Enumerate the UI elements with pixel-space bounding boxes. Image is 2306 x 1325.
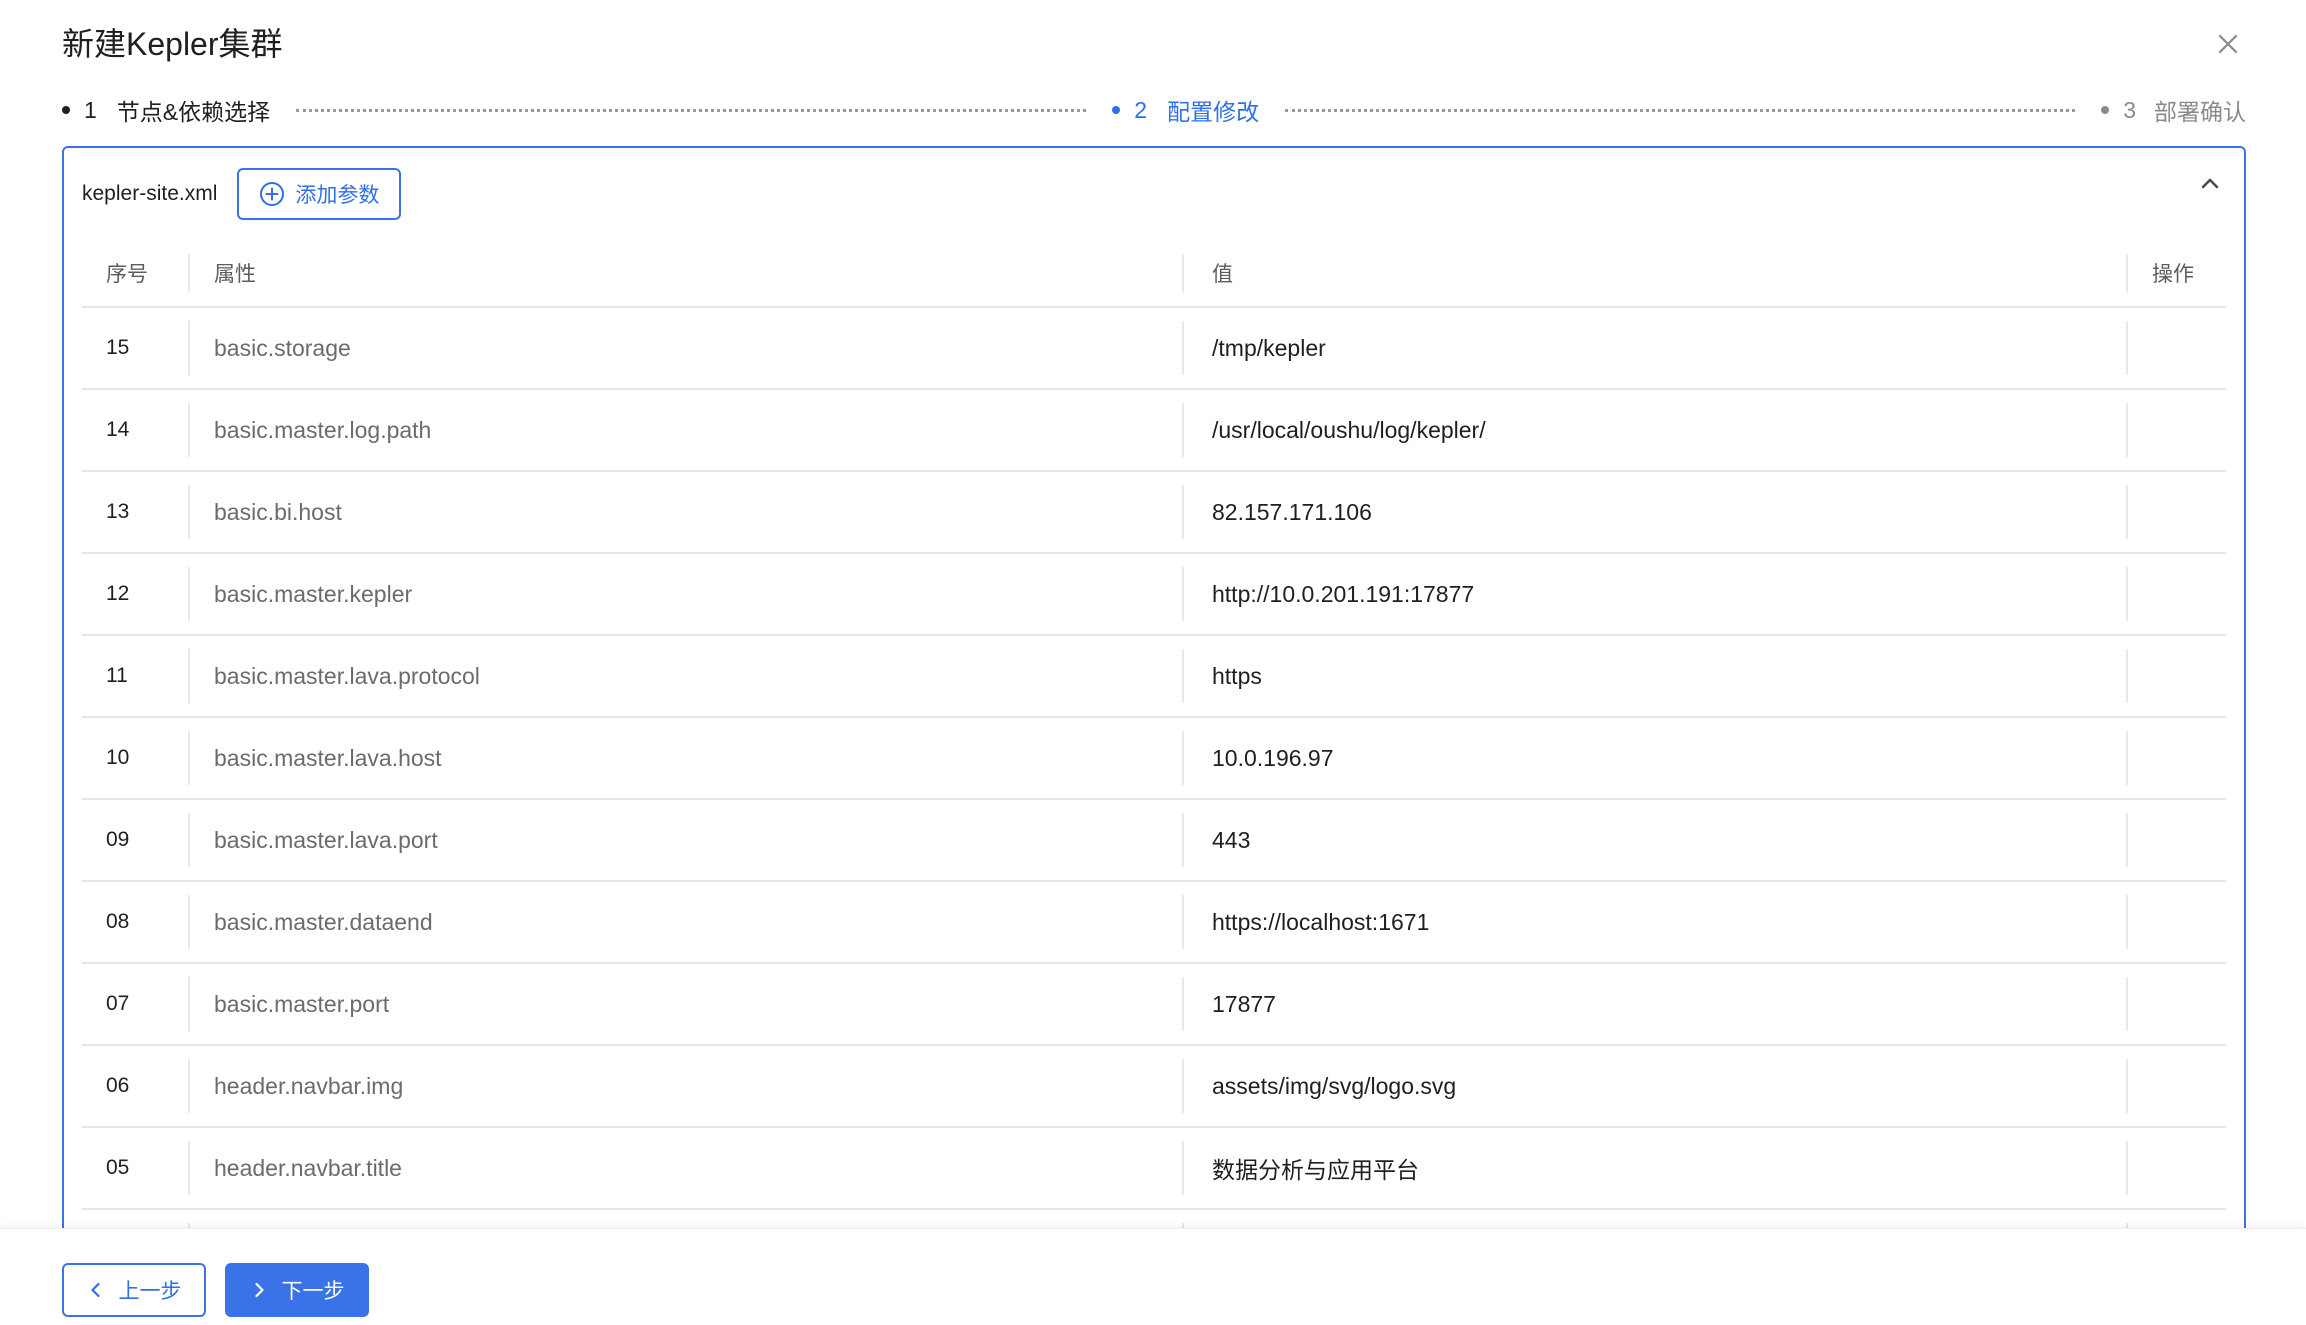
step-label: 部署确认: [2154, 99, 2247, 125]
table-row: 13 basic.bi.host 82.157.171.106: [82, 472, 2226, 554]
row-index: 05: [106, 1156, 130, 1179]
row-index: 14: [106, 418, 130, 441]
row-actions: [2126, 731, 2226, 785]
panel-header: kepler-site.xml 添加参数: [82, 168, 402, 220]
row-value[interactable]: 443: [1182, 813, 2126, 867]
table-row: 07 basic.master.port 17877: [82, 964, 2226, 1046]
chevron-up-icon[interactable]: [2196, 170, 2224, 198]
chevron-left-icon: [90, 1282, 100, 1298]
step-label: 节点&依赖选择: [116, 99, 271, 125]
table-header: 序号 属性 值 操作: [82, 240, 2226, 308]
table-row: 09 basic.master.lava.port 443: [82, 800, 2226, 882]
row-actions: [2126, 895, 2226, 949]
step-1: 1 节点&依赖选择: [62, 93, 270, 127]
row-index: 08: [106, 910, 130, 933]
next-step-label: 下一步: [281, 1280, 345, 1303]
row-value[interactable]: 17877: [1182, 977, 2126, 1031]
close-icon[interactable]: [2212, 28, 2244, 60]
row-actions: [2126, 977, 2226, 1031]
chevron-right-icon: [254, 1282, 264, 1298]
dialog-title: 新建Kepler集群: [62, 26, 283, 62]
config-file-name: kepler-site.xml: [82, 182, 218, 205]
step-dot: [2101, 106, 2110, 114]
row-index: 11: [106, 664, 128, 687]
row-property: header.navbar.img: [188, 1059, 1182, 1113]
row-property: basic.bi.host: [188, 485, 1182, 539]
row-index: 09: [106, 828, 130, 851]
table-row: 08 basic.master.dataend https://localhost:…: [82, 882, 2226, 964]
row-actions: [2126, 321, 2226, 375]
row-value[interactable]: https://localhost:1671: [1182, 895, 2126, 949]
add-param-label: 添加参数: [295, 184, 380, 207]
row-index: 13: [106, 500, 130, 523]
row-property: basic.master.lava.host: [188, 731, 1182, 785]
row-value[interactable]: assets/img/svg/logo.svg: [1182, 1059, 2126, 1113]
row-index: 12: [106, 582, 130, 605]
step-dot: [1112, 106, 1121, 114]
table-row: 12 basic.master.kepler http://10.0.201.191…: [82, 554, 2226, 636]
step-label: 配置修改: [1167, 99, 1260, 125]
table-row: 15 basic.storage/tmp/kepler: [82, 308, 2226, 390]
row-actions: [2126, 813, 2226, 867]
step-connector: [1285, 108, 2076, 112]
row-value[interactable]: /usr/local/oushu/log/kepler/: [1182, 403, 2126, 457]
header-index: 序号: [106, 263, 148, 286]
step-dot: [62, 106, 70, 114]
step-number: 3: [2123, 96, 2137, 123]
row-value[interactable]: 数据分析与应用平台: [1182, 1141, 2126, 1195]
next-step-button[interactable]: 下一步: [225, 1263, 369, 1317]
table-row: 11 basic.master.lava.protocol https: [82, 636, 2226, 718]
row-property: header.navbar.title: [188, 1141, 1182, 1195]
step-connector: [296, 108, 1087, 112]
config-table: 序号 属性 值 操作 15 basic.storage/tmp/kepler 14 b…: [82, 240, 2226, 1228]
row-actions: [2126, 649, 2226, 703]
prev-step-label: 上一步: [118, 1280, 182, 1303]
row-index: 06: [106, 1074, 130, 1097]
table-row: 05 header.navbar.title 数据分析与应用平台: [82, 1128, 2226, 1210]
row-actions: [2126, 1059, 2226, 1113]
row-value[interactable]: https: [1182, 649, 2126, 703]
row-property: basic.master.dataend: [188, 895, 1182, 949]
table-body: 15 basic.storage/tmp/kepler 14 basic.master…: [82, 308, 2226, 1228]
header-value: 值: [1182, 254, 2126, 292]
row-index: 10: [106, 746, 130, 769]
prev-step-button[interactable]: 上一步: [62, 1263, 206, 1317]
row-property: basic.master.log.path: [188, 403, 1182, 457]
table-row: 06 header.navbar.img assets/img/svg/logo.s…: [82, 1046, 2226, 1128]
row-property: basic.master.port: [188, 977, 1182, 1031]
row-property: basic.master.lava.protocol: [188, 649, 1182, 703]
row-actions: [2126, 1141, 2226, 1195]
table-row: 10 basic.master.lava.host 10.0.196.97: [82, 718, 2226, 800]
row-index: 15: [106, 336, 130, 359]
row-value[interactable]: 82.157.171.106: [1182, 485, 2126, 539]
step-number: 2: [1134, 96, 1148, 123]
step-2: 2 配置修改: [1112, 93, 1259, 127]
row-value[interactable]: 10.0.196.97: [1182, 731, 2126, 785]
row-actions: [2126, 403, 2226, 457]
header-actions: 操作: [2126, 254, 2226, 292]
row-actions: [2126, 567, 2226, 621]
row-value[interactable]: /tmp/kepler: [1182, 321, 2126, 375]
row-property: basic.master.lava.port: [188, 813, 1182, 867]
step-number: 1: [84, 96, 97, 123]
steps-bar: 1 节点&依赖选择 2 配置修改 3 部署确认: [62, 90, 2246, 130]
header-property: 属性: [188, 254, 1182, 292]
table-row: 14 basic.master.log.path/usr/local/oushu/…: [82, 390, 2226, 472]
dialog-footer: 上一步 下一步: [0, 1228, 2306, 1325]
row-actions: [2126, 485, 2226, 539]
table-row: 04header.browser.img/favicon.ico: [82, 1210, 2226, 1228]
row-property: basic.storage: [188, 321, 1182, 375]
row-value[interactable]: http://10.0.201.191:17877: [1182, 567, 2126, 621]
step-3: 3 部署确认: [2101, 93, 2246, 127]
row-property: basic.master.kepler: [188, 567, 1182, 621]
config-panel: kepler-site.xml 添加参数 序号 属性 值 操作 15 basic.…: [62, 146, 2246, 1228]
plus-circle-icon: [260, 182, 285, 206]
add-param-button[interactable]: 添加参数: [237, 168, 402, 220]
row-index: 07: [106, 992, 130, 1015]
